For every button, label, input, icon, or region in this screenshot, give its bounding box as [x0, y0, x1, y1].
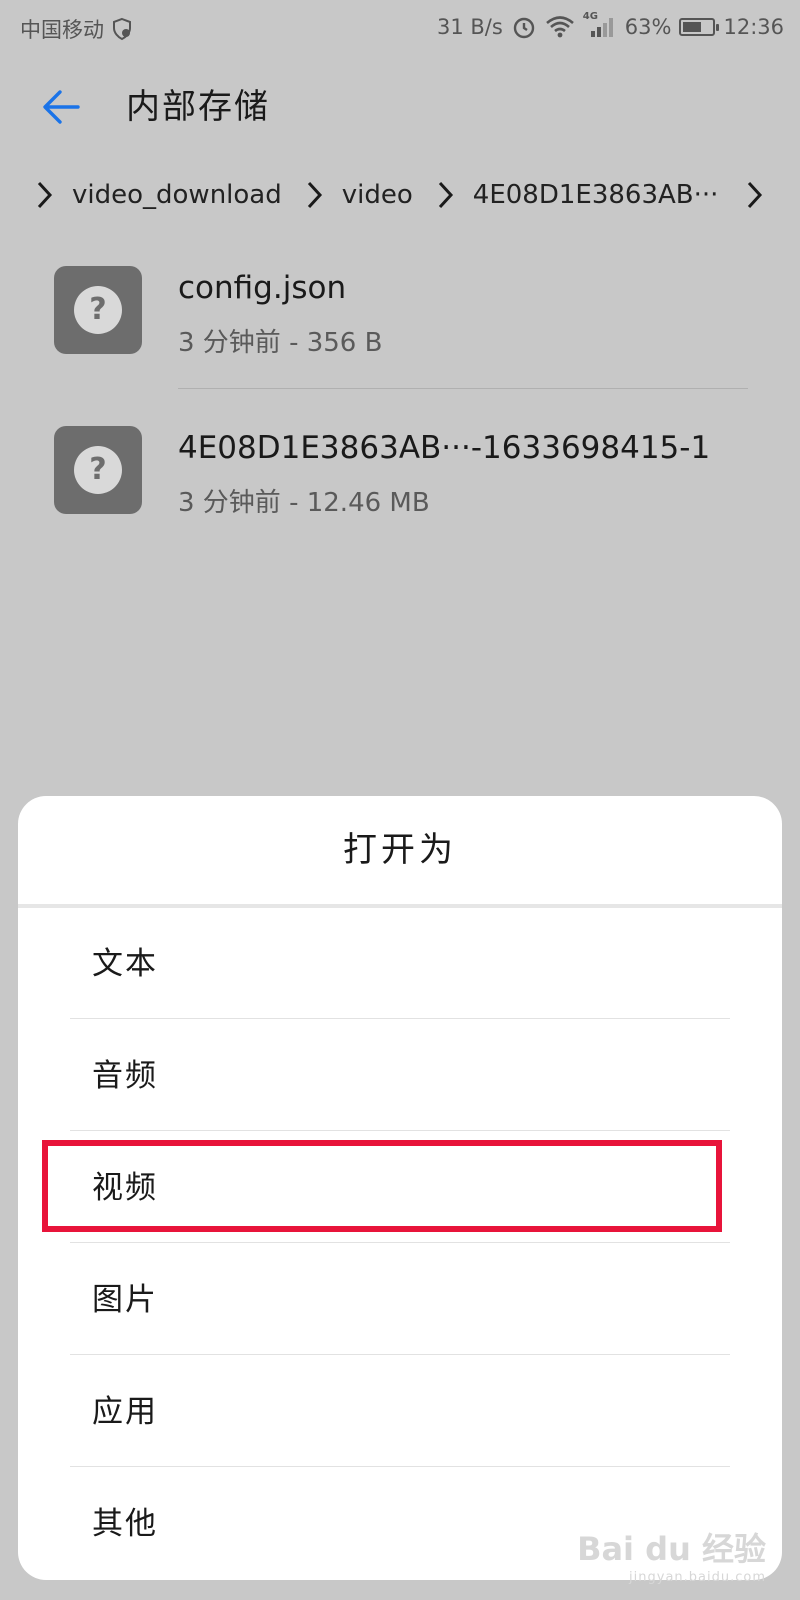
battery-percent-label: 63% — [624, 15, 672, 39]
option-audio[interactable]: 音频 — [70, 1020, 730, 1132]
breadcrumb-item-video-download[interactable]: video_download — [72, 180, 282, 210]
status-left: 中国移动 — [20, 14, 134, 44]
file-name: 4E08D1E3863AB···-1633698415-1 — [178, 430, 711, 466]
file-list-item[interactable]: ? config.json 3 分钟前 - 356 B — [0, 266, 800, 416]
battery-icon — [679, 18, 720, 36]
watermark-logo: Bai du 经验 — [577, 1530, 766, 1568]
app-bar: 内部存储 — [0, 72, 800, 144]
option-video[interactable]: 视频 — [70, 1132, 730, 1244]
status-bar: 中国移动 31 B/s 4G 63% 12:36 — [0, 0, 800, 56]
watermark-url: jingyan.baidu.com — [629, 1570, 766, 1585]
option-label: 文本 — [92, 946, 158, 982]
option-label: 视频 — [92, 1170, 158, 1206]
divider — [70, 1130, 730, 1131]
battery-fill — [683, 22, 702, 32]
chevron-right-icon — [37, 181, 53, 209]
option-label: 音频 — [92, 1058, 158, 1094]
clock-label: 12:36 — [723, 15, 784, 39]
back-arrow-icon[interactable] — [38, 84, 84, 130]
option-label: 图片 — [92, 1282, 158, 1318]
option-label: 其他 — [92, 1506, 158, 1542]
option-app[interactable]: 应用 — [70, 1356, 730, 1468]
divider — [70, 1242, 730, 1243]
chevron-right-icon — [748, 181, 763, 209]
breadcrumb: video_download video 4E08D1E3863AB··· — [30, 170, 800, 220]
carrier-label: 中国移动 — [20, 18, 104, 42]
signal-icon: 4G — [583, 11, 617, 39]
file-name: config.json — [178, 270, 347, 306]
shield-icon — [113, 17, 131, 41]
page-title: 内部存储 — [126, 87, 270, 127]
breadcrumb-item-video[interactable]: video — [342, 180, 413, 210]
divider — [178, 388, 748, 389]
chevron-right-icon — [438, 181, 453, 209]
option-image[interactable]: 图片 — [70, 1244, 730, 1356]
breadcrumb-item-current[interactable]: 4E08D1E3863AB··· — [473, 180, 719, 210]
unknown-file-icon: ? — [54, 266, 142, 354]
option-text[interactable]: 文本 — [70, 908, 730, 1020]
option-label: 应用 — [92, 1394, 158, 1430]
chevron-right-icon — [307, 181, 322, 209]
sheet-title: 打开为 — [343, 830, 457, 870]
status-right: 31 B/s 4G 63% 12:36 — [436, 11, 784, 40]
file-meta: 3 分钟前 - 356 B — [178, 328, 383, 358]
file-meta: 3 分钟前 - 12.46 MB — [178, 488, 430, 518]
divider — [70, 1018, 730, 1019]
divider — [70, 1354, 730, 1355]
file-list-item[interactable]: ? 4E08D1E3863AB···-1633698415-1 3 分钟前 - … — [0, 426, 800, 576]
unknown-file-icon: ? — [54, 426, 142, 514]
divider — [70, 1466, 730, 1467]
alarm-icon — [513, 17, 534, 39]
open-as-sheet: 打开为 文本 音频 视频 图片 应用 其他 — [18, 796, 782, 1580]
wifi-icon — [545, 16, 574, 38]
net-speed-label: 31 B/s — [436, 15, 503, 39]
watermark: Bai du 经验 jingyan.baidu.com — [577, 1524, 766, 1585]
